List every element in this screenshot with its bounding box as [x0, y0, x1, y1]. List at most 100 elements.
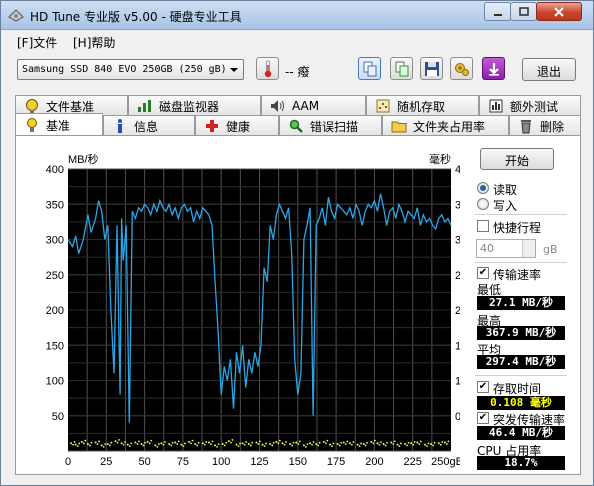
access-time-point	[358, 445, 361, 448]
access-time-point	[80, 440, 83, 443]
tab-erase[interactable]: 删除	[509, 115, 581, 136]
tab-health[interactable]: 健康	[195, 115, 279, 136]
access-time-point	[384, 444, 387, 447]
access-time-point	[162, 443, 165, 446]
access-time-point	[356, 443, 359, 446]
spinner-arrows-icon[interactable]	[522, 240, 535, 257]
access-time-point	[106, 442, 109, 445]
access-time-point	[124, 441, 127, 443]
access-time-point	[331, 445, 333, 448]
copy-icon	[363, 61, 376, 76]
access-time-point	[257, 443, 260, 445]
options-button[interactable]	[450, 57, 473, 80]
access-time-point	[243, 443, 246, 446]
random-access-icon	[375, 98, 391, 114]
access-time-point	[311, 443, 313, 446]
chart-svg: MB/秒毫秒501001502002503003504004.003.503.0…	[46, 152, 477, 468]
y-tick-left: 350	[46, 199, 64, 211]
health-icon	[204, 118, 220, 134]
write-radio[interactable]	[477, 198, 489, 210]
y-tick-left: 50	[52, 411, 64, 423]
access-time-point	[183, 442, 186, 445]
write-label: 写入	[493, 199, 518, 213]
drive-select[interactable]: Samsung SSD 840 EVO 250GB (250 gB)	[17, 59, 244, 80]
start-button[interactable]: 开始	[480, 148, 554, 170]
temperature-button[interactable]	[256, 57, 279, 80]
access-time-point	[344, 443, 347, 445]
gear-icon	[454, 62, 469, 76]
save-button[interactable]	[420, 57, 443, 80]
x-tick: 0	[65, 456, 71, 468]
access-time-point	[227, 440, 230, 443]
access-time-point	[126, 443, 129, 446]
access-time-point	[346, 440, 349, 443]
menu-file[interactable]: [F]文件	[17, 34, 57, 51]
access-time-point	[328, 443, 331, 446]
x-tick: 100	[212, 456, 230, 468]
quick-stroke-input[interactable]: 40	[476, 239, 536, 258]
tab-error-scan[interactable]: 错误扫描	[279, 115, 382, 136]
transfer-rate-checkbox[interactable]: ✔	[477, 267, 489, 279]
access-time-point	[104, 443, 107, 446]
access-time-point	[340, 441, 343, 444]
access-time-point	[412, 443, 415, 446]
maximize-button[interactable]	[510, 2, 537, 21]
menu-help[interactable]: [H]帮助	[73, 34, 115, 51]
x-tick: 200	[365, 456, 383, 468]
access-time-point	[255, 441, 258, 444]
copy-text-button[interactable]	[358, 57, 381, 80]
title-bar: HD Tune 专业版 v5.00 - 硬盘专业工具	[1, 1, 593, 30]
extra-tests-icon	[488, 98, 504, 114]
x-tick: 75	[177, 456, 189, 468]
access-time-point	[211, 440, 214, 443]
tab-folder-usage[interactable]: 文件夹占用率	[382, 115, 509, 136]
divider	[475, 375, 567, 376]
access-time-point	[156, 445, 159, 448]
access-time-point	[247, 442, 250, 445]
access-time-point	[118, 439, 120, 441]
tab-extra-tests[interactable]: 额外测试	[479, 95, 581, 116]
access-time-point	[221, 442, 224, 445]
burst-rate-checkbox[interactable]: ✔	[477, 412, 489, 424]
access-time-point	[297, 443, 300, 445]
access-time-point	[216, 445, 218, 448]
tab-random-access[interactable]: 随机存取	[366, 95, 479, 116]
tab-benchmark[interactable]: 基准	[15, 113, 103, 136]
copy-screenshot-button[interactable]	[390, 57, 413, 80]
menu-bar: [F]文件 [H]帮助	[1, 31, 593, 51]
x-tick: 50	[138, 456, 150, 468]
access-time-point	[190, 442, 192, 445]
access-time-point	[120, 442, 123, 445]
access-time-point	[291, 444, 294, 447]
access-time-point	[197, 441, 200, 444]
access-time-point	[281, 442, 284, 445]
access-time-point	[439, 443, 442, 446]
exit-button[interactable]: 退出	[522, 58, 576, 81]
access-time-point	[144, 441, 146, 444]
access-time-point	[170, 444, 173, 447]
access-time-point	[70, 442, 73, 445]
tab-info[interactable]: 信息	[103, 115, 195, 136]
access-time-point	[89, 444, 91, 447]
read-radio[interactable]	[477, 182, 489, 194]
download-button[interactable]	[482, 57, 505, 80]
access-time-point	[392, 443, 395, 445]
access-time-point	[269, 442, 272, 445]
access-time-point	[217, 443, 220, 446]
access-time-checkbox[interactable]: ✔	[477, 381, 489, 393]
quick-stroke-checkbox[interactable]	[477, 220, 489, 232]
access-time-point	[317, 444, 320, 447]
info-icon	[112, 118, 128, 134]
access-time-point	[261, 443, 264, 446]
tab-disk-monitor[interactable]: 磁盘监视器	[128, 95, 261, 116]
access-time-point	[78, 442, 81, 445]
access-time-point	[160, 442, 163, 445]
close-button[interactable]	[536, 2, 582, 21]
access-time-point	[376, 442, 379, 445]
access-time-point	[265, 442, 267, 445]
access-time-point	[245, 441, 248, 443]
minimize-button[interactable]	[484, 2, 511, 21]
access-time-point	[275, 440, 278, 443]
tab-aam[interactable]: AAM	[261, 95, 366, 116]
access-time-point	[309, 442, 312, 445]
